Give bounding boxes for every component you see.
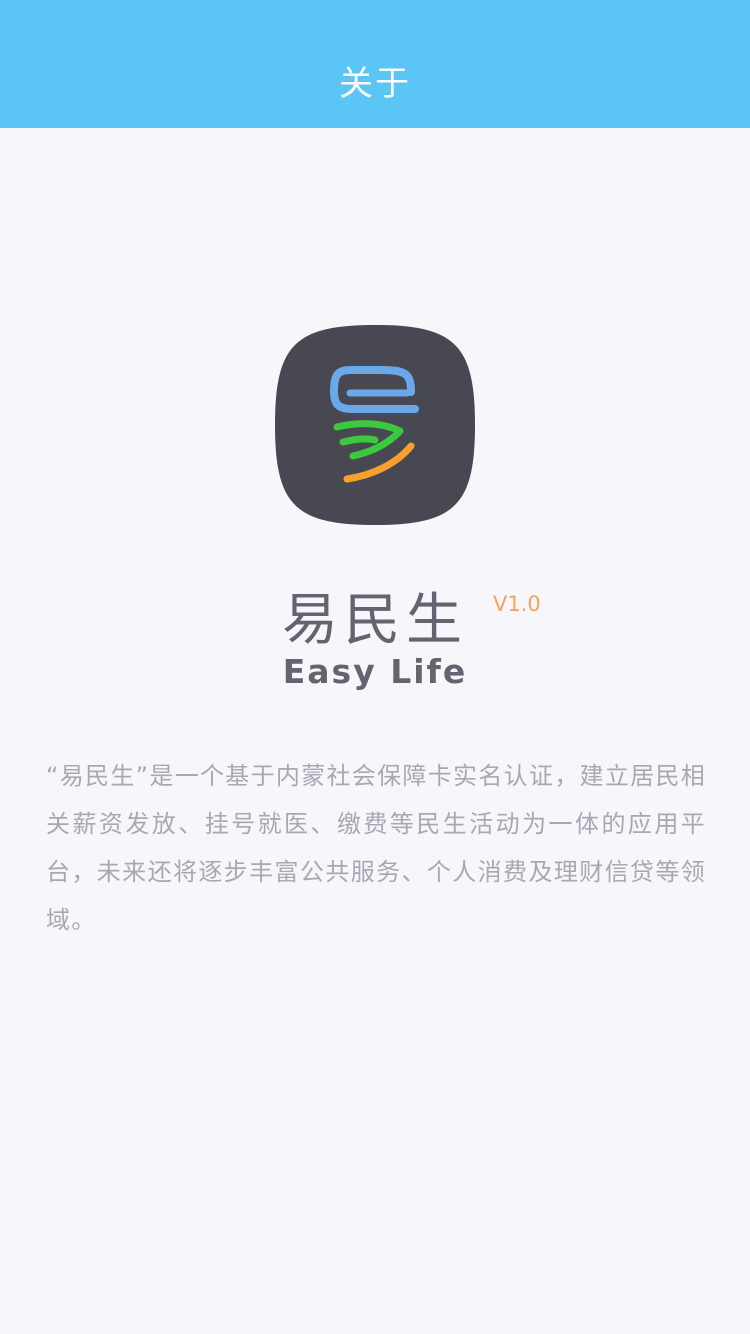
page-title: 关于	[339, 64, 411, 104]
version-label: V1.0	[493, 592, 541, 616]
app-name-english: Easy Life	[282, 652, 468, 691]
app-name: 易民生	[282, 588, 468, 653]
app-description: “易民生”是一个基于内蒙社会保障卡实名认证，建立居民相关薪资发放、挂号就医、缴费…	[46, 762, 706, 934]
navigation-bar: 关于	[0, 0, 750, 128]
easy-life-logo-icon	[275, 325, 475, 525]
